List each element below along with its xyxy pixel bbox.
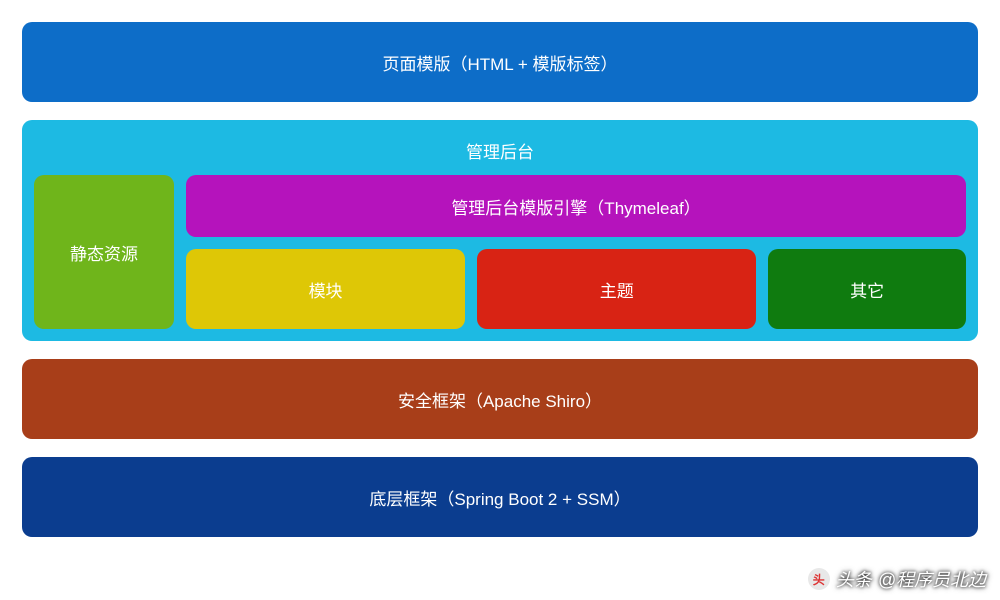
toutiao-icon: 头 (808, 568, 830, 590)
block-label: 模块 (309, 277, 343, 302)
block-theme: 主题 (477, 249, 756, 329)
block-label: 管理后台模版引擎（Thymeleaf） (451, 194, 700, 219)
watermark: 头 头条 @程序员北边 (808, 566, 986, 592)
admin-sub-row: 模块 主题 其它 (186, 249, 966, 329)
watermark-author: @程序员北边 (878, 566, 986, 592)
admin-right-column: 管理后台模版引擎（Thymeleaf） 模块 主题 其它 (186, 175, 966, 329)
layer-label: 底层框架（Spring Boot 2 + SSM） (369, 485, 630, 510)
layer-label: 页面模版（HTML + 模版标签） (382, 50, 617, 75)
watermark-prefix: 头条 (836, 566, 872, 592)
admin-body: 静态资源 管理后台模版引擎（Thymeleaf） 模块 主题 其它 (34, 175, 966, 329)
layer-security-framework: 安全框架（Apache Shiro） (22, 359, 978, 439)
block-template-engine: 管理后台模版引擎（Thymeleaf） (186, 175, 966, 237)
layer-page-template: 页面模版（HTML + 模版标签） (22, 22, 978, 102)
admin-title: 管理后台 (34, 132, 966, 175)
layer-admin-backend: 管理后台 静态资源 管理后台模版引擎（Thymeleaf） 模块 主题 其它 (22, 120, 978, 341)
block-module: 模块 (186, 249, 465, 329)
block-label: 静态资源 (70, 240, 138, 265)
layer-label: 安全框架（Apache Shiro） (398, 387, 602, 412)
block-static-resources: 静态资源 (34, 175, 174, 329)
block-other: 其它 (768, 249, 966, 329)
block-label: 其它 (850, 277, 884, 302)
block-label: 主题 (600, 277, 634, 302)
layer-base-framework: 底层框架（Spring Boot 2 + SSM） (22, 457, 978, 537)
architecture-diagram: 页面模版（HTML + 模版标签） 管理后台 静态资源 管理后台模版引擎（Thy… (22, 22, 978, 537)
